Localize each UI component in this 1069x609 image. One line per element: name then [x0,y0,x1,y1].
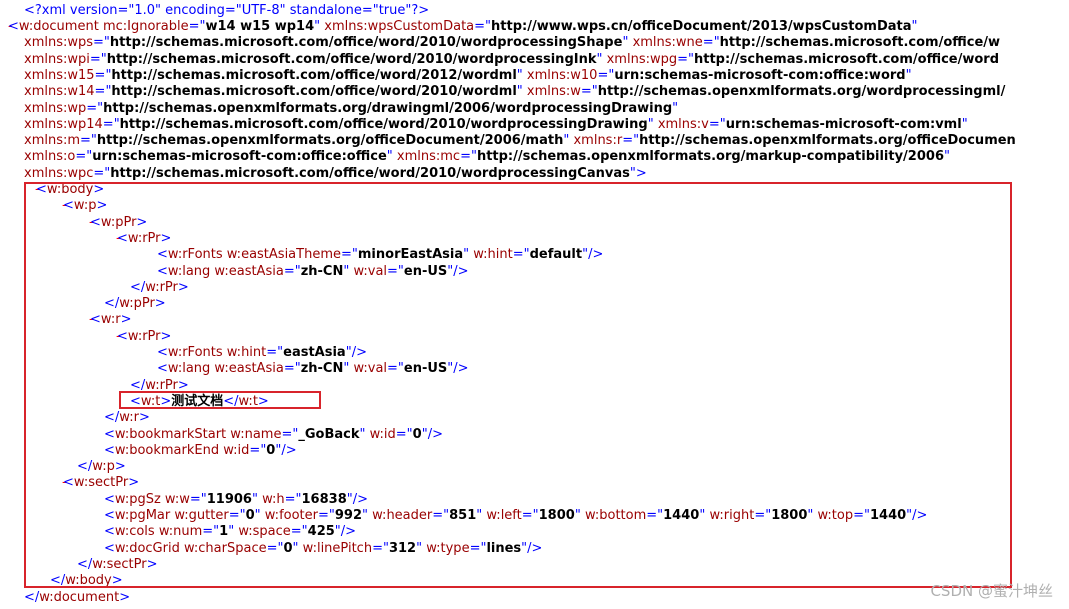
xml-viewer: <?xml version="1.0" encoding="UTF-8" sta… [0,0,1069,609]
xml-token-attr: xmlns:wpc [24,165,94,181]
xml-line-content: xmlns:wpc="http://schemas.microsoft.com/… [24,166,647,182]
highlight-box-body [24,182,1012,588]
xml-token-attr: xmlns:o [24,149,76,165]
xml-token-tag: w:document [39,589,120,605]
xml-token-val: http://schemas.openxmlformats.org/markup… [476,149,944,165]
xml-token-val: urn:schemas-microsoft-com:office:word [614,67,906,83]
xml-token-val: http://schemas.openxmlformats.org/wordpr… [597,84,1006,100]
xml-token-attr: xmlns:r [573,133,623,149]
xml-token-attr: xmlns:wne [632,35,703,51]
xml-token-eq: " [944,149,950,165]
xml-token-eq: =" [75,149,93,165]
xml-token-val: http://schemas.openxmlformats.org/office… [96,133,564,149]
xml-token-eq: =" [93,35,110,51]
xml-line-content: xmlns:m="http://schemas.openxmlformats.o… [24,133,1016,149]
xml-token-eq: =" [580,84,598,100]
xml-token-val: http://schemas.microsoft.com/office/word… [110,165,630,181]
xml-token-eq: =" [93,165,111,181]
xml-token-eq: " [314,19,325,34]
xml-line-content: xmlns:wpi="http://schemas.microsoft.com/… [24,52,999,68]
xml-token-eq: =" [80,133,97,149]
xml-token-br: < [8,19,19,34]
xml-token-eq: " [905,67,912,83]
xml-token-val: http://www.wps.cn/officeDocument/2013/wp… [491,19,912,34]
xml-token-eq: =" [102,116,120,132]
xml-token-val: http://schemas.microsoft.com/office/word… [109,35,623,51]
watermark: CSDN @蜜汁坤丝 [930,582,1053,600]
xml-token-eq: =" [677,51,694,67]
xml-token-eq: =" [94,84,112,100]
xml-token-attr: xmlns:wpi [24,51,90,67]
xml-token-val: http://schemas.openxmlformats.org/drawin… [103,100,673,116]
xml-token-attr: xmlns:wpg [606,51,678,67]
xml-token-attr: xmlns:w10 [526,67,598,83]
xml-token-eq: " [647,116,658,132]
xml-token-attr: xmlns:wp14 [24,116,103,132]
xml-token-val: http://schemas.microsoft.com/office/w [719,35,1001,51]
xml-token-attr: xmlns:w [526,84,581,100]
xml-token-br: </ [24,589,40,605]
xml-token-eq: =" [708,116,726,132]
xml-token-eq: =" [474,19,492,34]
highlight-box-text-run [119,391,321,409]
xml-token-attr: mc:Ignorable [102,19,189,34]
xml-token-eq: " [516,84,527,100]
xml-line-content: xmlns:w14="http://schemas.microsoft.com/… [24,84,1005,100]
xml-token-br: > [119,589,131,605]
xml-token-val: http://schemas.microsoft.com/office/word… [106,51,597,67]
xml-token-eq: " [672,100,679,116]
xml-token-val: http://schemas.microsoft.com/office/word [693,51,999,67]
xml-token-attr: xmlns:wpsCustomData [324,19,475,34]
xml-line-content: xmlns:wp="http://schemas.openxmlformats.… [24,101,678,117]
xml-token-br: > [635,165,647,181]
xml-token-eq: =" [86,100,104,116]
xml-token-attr: xmlns:m [24,133,81,149]
xml-token-eq: " [386,149,397,165]
xml-token-val: w14 w15 wp14 [205,19,315,34]
xml-token-attr: xmlns:w15 [24,67,95,83]
xml-line-content: xmlns:wps="http://schemas.microsoft.com/… [24,35,1000,51]
xml-token-eq: " [961,116,968,132]
xml-declaration: <?xml version="1.0" encoding="UTF-8" sta… [24,3,430,18]
xml-token-eq: =" [89,51,107,67]
xml-token-attr: xmlns:mc [396,149,461,165]
xml-token-attr: xmlns:wps [24,35,94,51]
xml-token-attr: xmlns:v [657,116,709,132]
xml-token-val: urn:schemas-microsoft-com:vml [725,116,962,132]
xml-token-tag: w:document [18,19,103,34]
xml-token-val: http://schemas.microsoft.com/office/word… [119,116,648,132]
xml-token-eq: =" [597,67,615,83]
xml-line-content: <w:document mc:Ignorable="w14 w15 wp14" … [8,19,918,35]
xml-token-eq: =" [94,67,112,83]
xml-token-eq: " [622,35,633,51]
xml-token-eq: " [563,133,574,149]
xml-token-val: http://schemas.microsoft.com/office/word… [111,84,517,100]
xml-token-val: urn:schemas-microsoft-com:office:office [92,149,387,165]
xml-token-val: http://schemas.microsoft.com/office/word… [111,67,517,83]
xml-token-eq: " [911,19,918,34]
xml-line-content: xmlns:w15="http://schemas.microsoft.com/… [24,68,912,84]
xml-line-content: xmlns:o="urn:schemas-microsoft-com:offic… [24,149,950,165]
xml-token-val: http://schemas.openxmlformats.org/office… [639,133,1016,149]
xml-token-eq: " [516,67,527,83]
xml-token-eq: =" [188,19,206,34]
xml-token-attr: xmlns:wp [24,100,87,116]
xml-line-content: </w:document> [24,590,130,606]
xml-token-eq: =" [460,149,477,165]
xml-token-eq: =" [622,133,640,149]
xml-line-content: xmlns:wp14="http://schemas.microsoft.com… [24,117,968,133]
xml-token-eq: =" [702,35,720,51]
xml-token-attr: xmlns:w14 [24,84,95,100]
xml-token-eq: " [596,51,607,67]
